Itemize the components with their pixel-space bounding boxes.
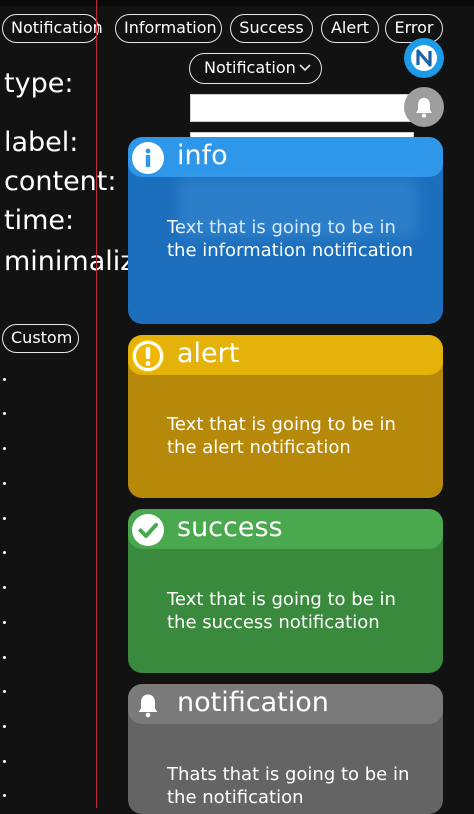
notification-card-header: notification bbox=[128, 684, 443, 724]
list-bullet bbox=[3, 621, 6, 624]
tab-alert[interactable]: Alert bbox=[321, 14, 379, 43]
list-bullet bbox=[3, 690, 6, 693]
list-bullet bbox=[3, 656, 6, 659]
notification-card[interactable]: notification Thats that is going to be i… bbox=[128, 684, 443, 814]
list-bullet bbox=[3, 412, 6, 415]
alert-notification-header: alert bbox=[128, 335, 443, 375]
label-input[interactable] bbox=[190, 94, 414, 122]
notification-card-text: Thats that is going to be in the notific… bbox=[167, 764, 410, 808]
list-bullet bbox=[3, 482, 6, 485]
list-bullet bbox=[3, 378, 6, 381]
info-notification-header: info bbox=[128, 137, 443, 177]
info-icon bbox=[132, 142, 164, 174]
custom-button[interactable]: Custom bbox=[2, 324, 79, 353]
label-label: label: bbox=[4, 127, 79, 158]
alert-notification-text: Text that is going to be in the alert no… bbox=[167, 414, 396, 458]
list-bullet bbox=[3, 447, 6, 450]
content-label: content: bbox=[4, 166, 117, 197]
tab-error[interactable]: Error bbox=[385, 14, 443, 43]
info-notification-title: info bbox=[177, 140, 228, 171]
type-label: type: bbox=[4, 68, 74, 99]
list-bullet bbox=[3, 725, 6, 728]
blur-overlay bbox=[178, 178, 418, 238]
check-icon bbox=[132, 514, 164, 546]
n-logo-icon bbox=[411, 45, 437, 71]
tab-notification[interactable]: Notification bbox=[2, 14, 103, 43]
notification-card-title: notification bbox=[177, 687, 329, 718]
success-notification-title: success bbox=[177, 512, 283, 543]
list-bullet bbox=[3, 794, 6, 797]
alert-notification-title: alert bbox=[177, 338, 240, 369]
type-select-value: Notification bbox=[204, 58, 296, 77]
list-bullet bbox=[3, 551, 6, 554]
minimalize-label: minimaliz bbox=[4, 246, 135, 277]
list-bullet bbox=[3, 760, 6, 763]
bell-icon bbox=[132, 689, 164, 721]
list-bullet bbox=[3, 586, 6, 589]
type-select[interactable]: Notification bbox=[189, 53, 322, 84]
alert-notification[interactable]: alert Text that is going to be in the al… bbox=[128, 335, 443, 498]
success-notification-header: success bbox=[128, 509, 443, 549]
time-label: time: bbox=[4, 205, 75, 236]
top-status-strip bbox=[0, 0, 474, 6]
tab-success[interactable]: Success bbox=[230, 14, 313, 43]
tab-information[interactable]: Information bbox=[115, 14, 222, 43]
app-logo bbox=[404, 38, 444, 78]
chevron-down-icon bbox=[299, 64, 311, 72]
list-bullet bbox=[3, 517, 6, 520]
layout-guide-line bbox=[96, 0, 97, 808]
success-notification[interactable]: success Text that is going to be in the … bbox=[128, 509, 443, 673]
bell-icon bbox=[416, 98, 432, 118]
success-notification-text: Text that is going to be in the success … bbox=[167, 589, 396, 633]
bell-button[interactable] bbox=[404, 87, 444, 127]
exclamation-icon bbox=[132, 340, 164, 372]
